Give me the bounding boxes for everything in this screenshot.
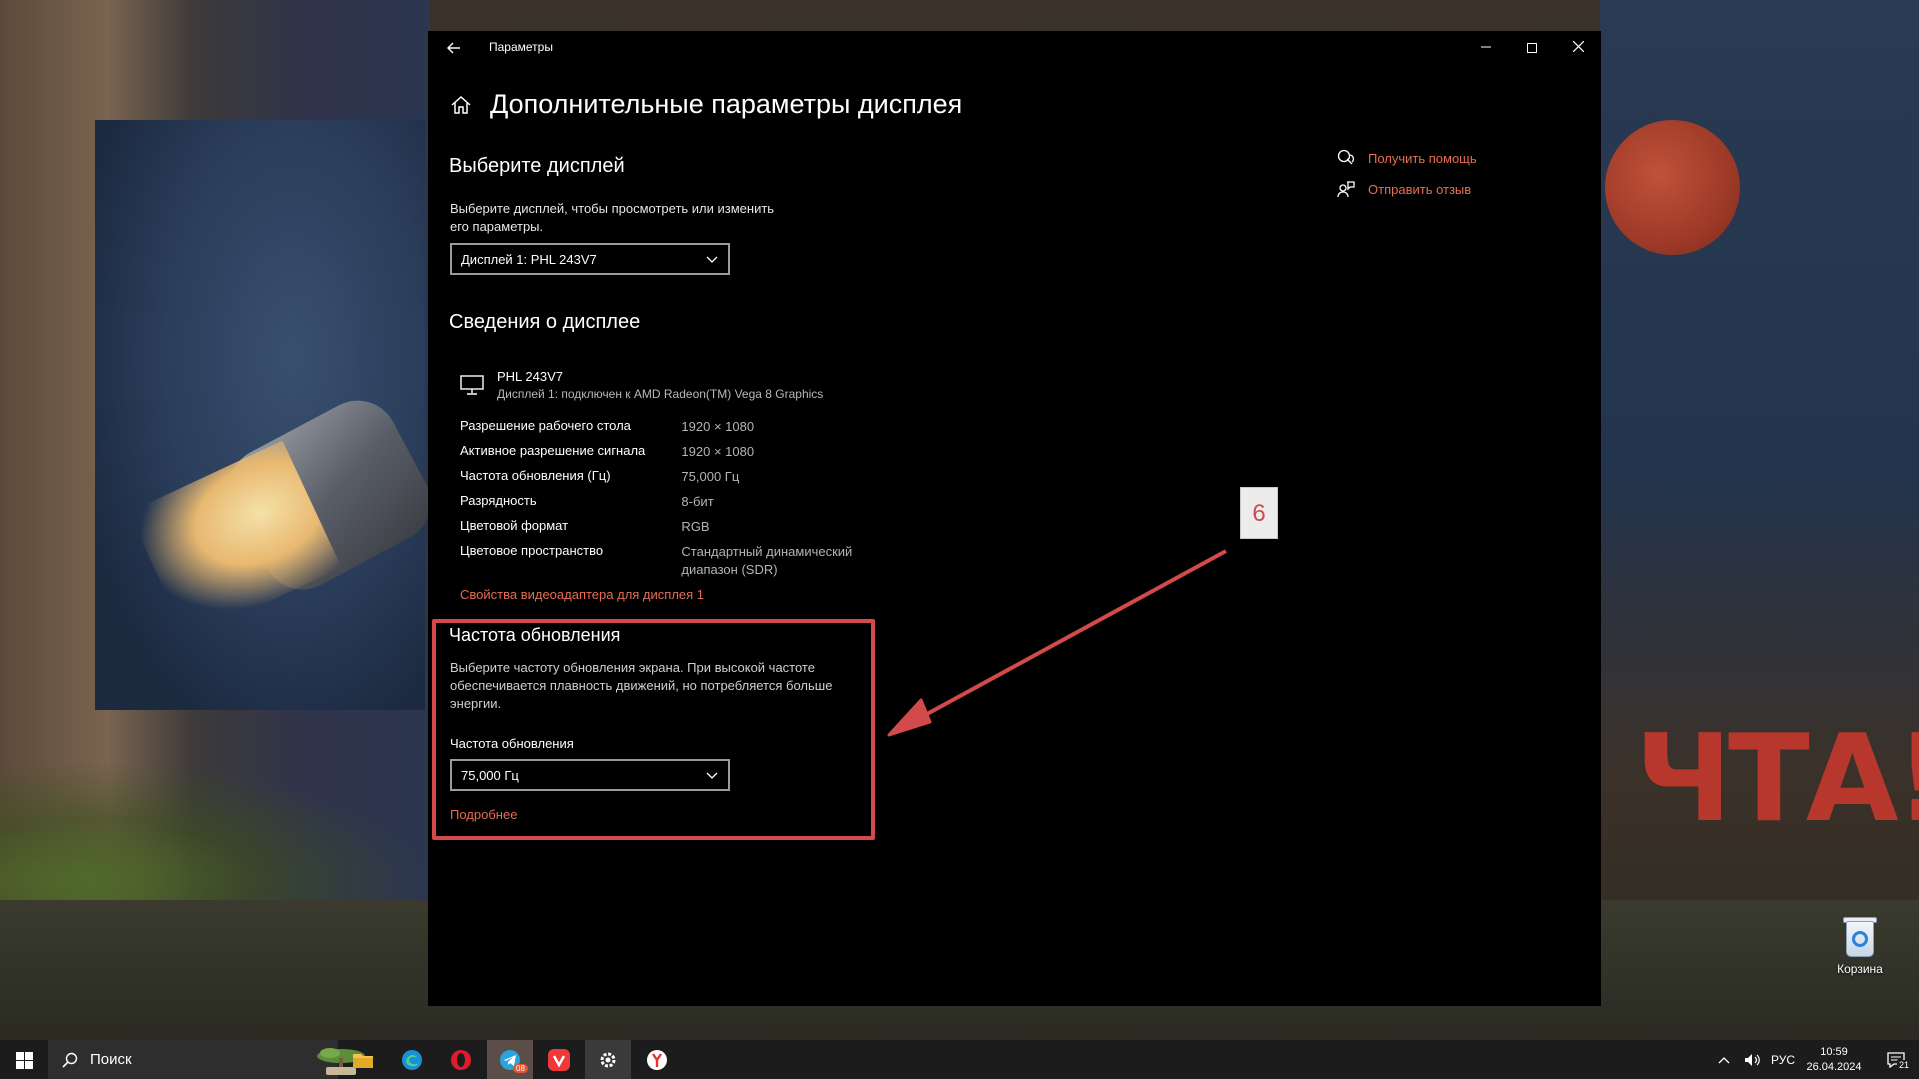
maximize-icon <box>1527 43 1537 54</box>
folder-icon <box>353 1053 373 1068</box>
display-select-value: Дисплей 1: PHL 243V7 <box>461 251 597 267</box>
taskbar-settings[interactable] <box>585 1040 631 1079</box>
refresh-rate-select-value: 75,000 Гц <box>461 767 519 783</box>
chevron-down-icon <box>706 256 718 263</box>
back-button[interactable] <box>442 37 466 59</box>
action-center-button[interactable]: 21 <box>1872 1040 1919 1079</box>
monitor-connection: Дисплей 1: подключен к AMD Radeon(TM) Ve… <box>497 387 824 401</box>
wallpaper-text: ЧТА! <box>1635 710 1919 849</box>
taskbar-yandex-browser[interactable] <box>634 1040 680 1079</box>
search-placeholder: Поиск <box>90 1051 132 1068</box>
info-label: Разрядность <box>460 493 537 508</box>
feedback-person-icon <box>1337 181 1355 198</box>
taskbar-search[interactable]: Поиск <box>48 1040 365 1079</box>
back-arrow-icon <box>447 42 460 54</box>
feedback-link[interactable]: Отправить отзыв <box>1368 182 1471 197</box>
info-row: Разрядность 8-бит <box>460 493 880 511</box>
search-icon <box>62 1052 78 1068</box>
telegram-unread-badge: 08 <box>513 1064 528 1073</box>
feedback-row[interactable]: Отправить отзыв <box>1337 180 1471 198</box>
refresh-rate-description: Выберите частоту обновления экрана. При … <box>450 660 833 711</box>
start-button[interactable] <box>0 1040 48 1079</box>
learn-more-link[interactable]: Подробнее <box>450 807 517 822</box>
taskbar-clock[interactable]: 10:59 26.04.2024 <box>1800 1045 1868 1075</box>
edge-browser-icon <box>402 1049 422 1070</box>
page-title: Дополнительные параметры дисплея <box>490 89 963 119</box>
annotation-step-badge: 6 <box>1240 487 1278 539</box>
window-title: Параметры <box>489 40 553 54</box>
chevron-down-icon <box>706 772 718 779</box>
yandex-browser-icon <box>647 1049 667 1070</box>
monitor-icon <box>460 375 484 395</box>
refresh-rate-title: Частота обновления <box>449 625 621 645</box>
recycle-bin-icon <box>1842 915 1878 957</box>
refresh-rate-field-label: Частота обновления <box>450 736 574 751</box>
wallpaper-planet <box>1605 120 1740 255</box>
taskbar-vivaldi[interactable] <box>536 1040 582 1079</box>
notification-count-badge: 21 <box>1897 1060 1912 1070</box>
info-label: Разрешение рабочего стола <box>460 418 631 433</box>
choose-display-description: Выберите дисплей, чтобы просмотреть или … <box>450 201 775 234</box>
close-button[interactable] <box>1555 31 1601 63</box>
clock-date: 26.04.2024 <box>1806 1061 1862 1073</box>
info-value: Стандартный динамический диапазон (SDR) <box>681 544 853 577</box>
settings-window: Параметры Дополнительные параметры диспл… <box>428 31 1601 1006</box>
gear-icon <box>600 1052 616 1067</box>
minimize-button[interactable] <box>1463 31 1509 63</box>
monitor-name: PHL 243V7 <box>497 369 564 384</box>
info-label: Цветовое пространство <box>460 543 604 558</box>
get-help-row[interactable]: Получить помощь <box>1337 149 1477 167</box>
info-row: Цветовое пространство Стандартный динами… <box>460 543 880 579</box>
info-label: Частота обновления (Гц) <box>460 468 611 483</box>
tray-overflow-button[interactable] <box>1718 1040 1730 1079</box>
adapter-properties-link[interactable]: Свойства видеоадаптера для дисплея 1 <box>460 587 704 602</box>
close-icon <box>1572 40 1584 53</box>
clock-time: 10:59 <box>1820 1046 1848 1058</box>
speaker-icon <box>1745 1053 1760 1066</box>
info-value: RGB <box>681 519 710 534</box>
info-value: 75,000 Гц <box>681 469 740 484</box>
choose-display-title: Выберите дисплей <box>449 155 625 177</box>
page-header: Дополнительные параметры дисплея <box>450 89 962 120</box>
taskbar-opera[interactable] <box>438 1040 484 1079</box>
info-row: Активное разрешение сигнала 1920 × 1080 <box>460 443 880 461</box>
vivaldi-browser-icon <box>548 1048 570 1071</box>
refresh-rate-select[interactable]: 75,000 Гц <box>450 759 730 791</box>
taskbar: Поиск 08 РУС 10:59 26.04.2024 21 <box>0 1040 1919 1079</box>
get-help-link[interactable]: Получить помощь <box>1368 151 1477 166</box>
taskbar-telegram[interactable]: 08 <box>487 1040 533 1079</box>
home-icon[interactable] <box>450 94 472 116</box>
info-row: Цветовой формат RGB <box>460 518 880 536</box>
info-row: Частота обновления (Гц) 75,000 Гц <box>460 468 880 486</box>
info-label: Цветовой формат <box>460 518 569 533</box>
taskbar-edge[interactable] <box>389 1040 435 1079</box>
monitor-summary: PHL 243V7 Дисплей 1: подключен к AMD Rad… <box>460 369 823 401</box>
display-info-title: Сведения о дисплее <box>449 311 641 333</box>
info-row: Разрешение рабочего стола 1920 × 1080 <box>460 418 880 436</box>
minimize-icon <box>1481 46 1491 48</box>
opera-browser-icon <box>451 1049 471 1070</box>
title-bar[interactable]: Параметры <box>428 31 1601 63</box>
language-label: РУС <box>1771 1052 1796 1067</box>
chat-help-icon <box>1337 149 1355 165</box>
info-value: 1920 × 1080 <box>681 419 755 434</box>
recycle-bin-shortcut[interactable]: Корзина <box>1820 915 1900 976</box>
info-value: 8-бит <box>681 494 714 509</box>
recycle-bin-label: Корзина <box>1837 962 1883 976</box>
info-label: Активное разрешение сигнала <box>460 443 646 458</box>
taskbar-file-explorer[interactable] <box>340 1040 386 1079</box>
tray-volume[interactable] <box>1744 1040 1762 1079</box>
maximize-button[interactable] <box>1509 31 1555 63</box>
input-language-indicator[interactable]: РУС <box>1771 1040 1795 1079</box>
chevron-up-icon <box>1718 1056 1730 1063</box>
info-value: 1920 × 1080 <box>681 444 755 459</box>
display-select[interactable]: Дисплей 1: PHL 243V7 <box>450 243 730 275</box>
